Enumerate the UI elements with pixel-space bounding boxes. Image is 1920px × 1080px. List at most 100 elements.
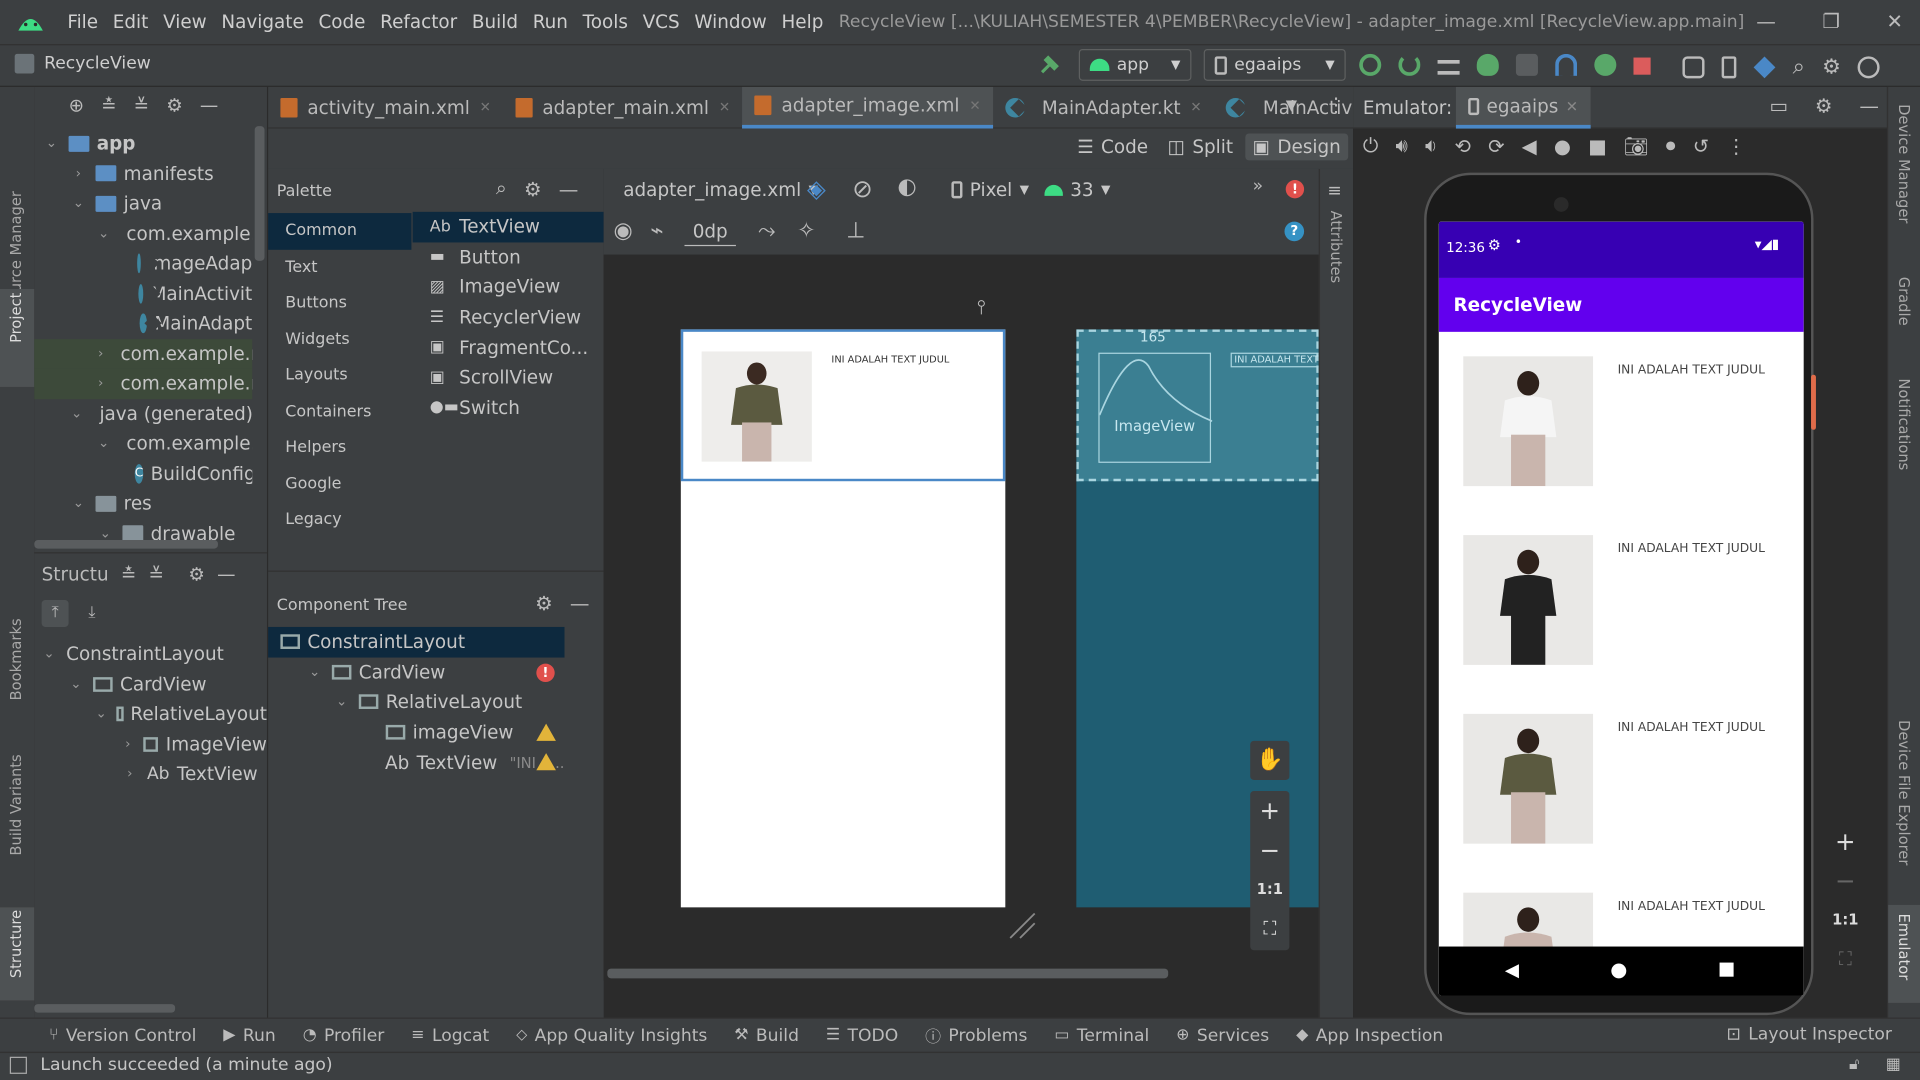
bottom-tab[interactable]: ⚒ Build [734,1026,799,1046]
account-icon[interactable] [1857,55,1881,78]
view-options-icon[interactable]: ◉ [613,218,632,244]
debug-app-icon[interactable] [1594,53,1617,76]
project-tree-item[interactable]: ⌄ java [34,189,252,219]
close-icon[interactable]: ✕ [1566,97,1578,114]
file-select[interactable]: adapter_image.xml ▼ [623,179,818,201]
power-icon[interactable]: ⏻ [1363,133,1378,157]
palette-item[interactable]: ▬ Button [413,242,604,272]
pan-icon[interactable]: ✋ [1250,740,1290,781]
chevron-down-icon[interactable]: ⌄ [71,496,86,511]
minimize-icon[interactable]: — [1756,10,1776,33]
menu-help[interactable]: Help [781,11,823,33]
list-item[interactable]: INI ADALAH TEXT JUDUL [1463,713,1803,846]
hide-icon[interactable]: — [217,563,235,585]
device-preview-select[interactable]: Pixel ▼ [951,179,1029,201]
chevron-down-icon[interactable]: ⌄ [334,694,349,710]
palette-category[interactable]: Google [268,466,411,502]
project-tree-item[interactable]: ⌄ com.example.r [34,429,252,459]
chevron-right-icon[interactable]: › [98,346,103,361]
chevron-down-icon[interactable]: ⌄ [44,136,59,151]
close-icon[interactable]: ✕ [1190,99,1201,115]
error-icon[interactable]: ! [536,663,555,682]
navigate-up-icon[interactable]: ⤒ [41,600,69,627]
menu-file[interactable]: File [67,11,98,33]
overview-icon[interactable]: ■ [1588,134,1607,157]
settings-icon[interactable]: ⚙ [524,177,542,200]
project-scrollbar[interactable] [254,126,265,261]
expand-all-icon[interactable]: ≛ [121,563,136,585]
volume-up-icon[interactable]: 🔊︎ [1396,133,1408,157]
notifications-tab[interactable]: Notifications [1896,378,1913,470]
device-manager-icon[interactable] [1721,55,1737,78]
palette-category[interactable]: Widgets [268,321,411,357]
more-icon[interactable]: ⋮ [1726,134,1746,157]
screenshot-icon[interactable]: 📷︎ [1624,134,1649,157]
chevron-down-icon[interactable]: ⌄ [307,664,322,680]
chevron-right-icon[interactable] [125,256,128,271]
device-select[interactable]: egaaips ▼ [1203,48,1346,81]
project-tree-item[interactable]: ⌄ app [34,129,252,159]
component-tree-item[interactable]: ConstraintLayout [268,626,565,658]
rotate-right-icon[interactable]: ⟳ [1488,134,1504,157]
selected-cardview[interactable]: INI ADALAH TEXT JUDUL [680,329,1006,482]
resize-handle-icon[interactable]: ⫯ [977,295,986,319]
api-level-select[interactable]: 33 ▼ [1044,179,1110,201]
layout-inspector-tab[interactable]: ⊡ Layout Inspector [1727,1025,1892,1045]
chevron-down-icon[interactable]: ⌄ [96,706,107,722]
bottom-tab[interactable]: ◔ Profiler [303,1026,385,1046]
zoom-out-icon[interactable]: − [1826,861,1865,900]
project-tree-item[interactable]: › com.example.r [34,338,253,369]
zoom-in-icon[interactable]: + [1826,822,1865,861]
bookmarks-tab[interactable]: Bookmarks [7,618,24,700]
menu-run[interactable]: Run [533,11,568,33]
collapse-all-icon[interactable]: ≚ [134,94,149,116]
memory-icon[interactable]: ▦ [1886,1056,1901,1074]
phone-screen[interactable]: 12:36 ⚙ • ▾◢▮ RecycleView INI ADALAH TEX… [1438,221,1804,996]
restore-icon[interactable]: ❐ [1822,10,1840,33]
zoom-fit-icon[interactable]: ⛶ [1826,939,1865,978]
record-icon[interactable]: ⏺ [1666,133,1676,157]
nav-back-icon[interactable]: ◀ [1505,959,1519,981]
chevron-right-icon[interactable]: › [122,736,133,752]
structure-tree-item[interactable]: › ImageView [34,729,267,759]
palette-item[interactable]: ▨ ImageView [413,272,604,302]
blueprint-imageview[interactable]: ImageView [1098,352,1213,463]
settings-icon[interactable]: ⚙ [1815,94,1833,117]
palette-item[interactable]: ▣ FragmentCo... [413,332,604,362]
menu-code[interactable]: Code [318,11,365,33]
menu-refactor[interactable]: Refactor [380,11,457,33]
settings-icon[interactable]: ⚙ [166,94,182,116]
infer-constraints-icon[interactable]: ✧ [797,218,815,244]
palette-category[interactable]: Text [268,249,411,285]
hide-icon[interactable]: — [570,591,590,614]
hammer-icon[interactable] [1038,54,1060,76]
close-icon[interactable]: ✕ [969,97,980,113]
hide-icon[interactable]: — [200,94,218,116]
search-icon[interactable]: ⌕ [1793,54,1805,80]
chevron-down-icon[interactable]: ⌄ [42,646,57,662]
bottom-tab[interactable]: ≡ Logcat [411,1026,489,1046]
component-tree-item[interactable]: imageView [268,717,564,747]
project-tab[interactable]: Project [7,293,24,343]
warning-icon[interactable] [536,753,556,771]
project-tree-item[interactable]: ⌄ java (generated) [34,399,252,429]
blueprint-cardview[interactable]: ImageView 165 INI ADALAH TEXT [1076,329,1319,482]
settings-icon[interactable]: ⚙ [188,563,204,585]
project-tree-item[interactable]: MainAdapt [34,309,252,339]
project-tree-item[interactable]: C BuildConfig [34,459,252,489]
theme-icon[interactable]: ◐ [898,174,917,200]
chevron-right-icon[interactable]: › [98,376,103,391]
toggle-panels-icon[interactable] [9,1056,27,1074]
warning-icon[interactable] [536,723,556,741]
chevron-right-icon[interactable]: › [122,766,137,782]
menu-edit[interactable]: Edit [113,11,149,33]
blueprint-textview[interactable]: INI ADALAH TEXT [1230,352,1319,368]
recycler-list[interactable]: INI ADALAH TEXT JUDUL INI ADALAH TEXT JUD… [1439,332,1804,996]
autoconnect-icon[interactable]: ⌁ [650,218,663,244]
menu-vcs[interactable]: VCS [643,11,680,33]
settings-icon[interactable]: ⚙ [1822,54,1841,78]
overflow-icon[interactable]: » [1253,176,1264,196]
expand-all-icon[interactable]: ≛ [101,94,116,116]
maximize-icon[interactable]: ▭ [1769,94,1788,117]
close-icon[interactable]: ✕ [719,99,730,115]
